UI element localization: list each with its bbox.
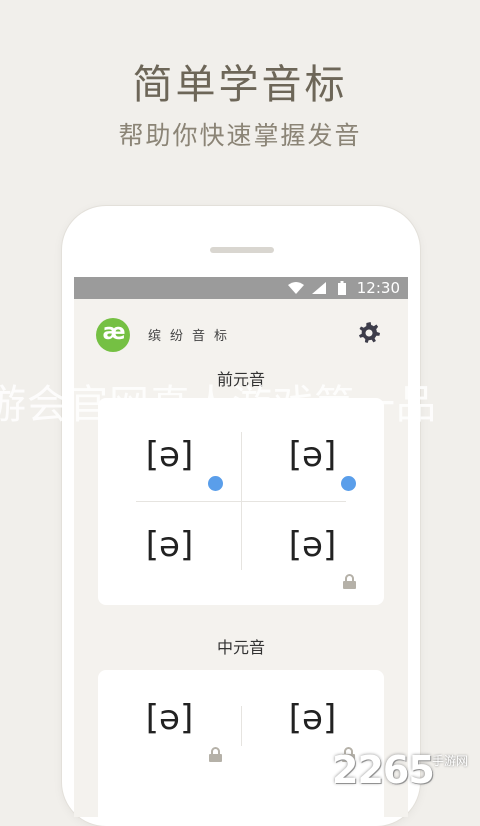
phone-screen: 12:30 æ 缤纷音标 前元音 [ə] [ə] [ə] [ə] 中元音 [ə]…: [74, 277, 408, 817]
wifi-icon: [288, 282, 304, 294]
phonetic-cell[interactable]: [ə]: [98, 525, 241, 565]
learned-dot-icon: [341, 476, 356, 491]
brand-suffix: 手游网: [432, 754, 469, 768]
phonetic-cell[interactable]: [ə]: [241, 698, 384, 738]
phonetic-cell[interactable]: [ə]: [98, 698, 241, 738]
learned-dot-icon: [208, 476, 223, 491]
promo-headline: 简单学音标: [132, 62, 348, 108]
app-logo-text: æ: [102, 320, 125, 345]
battery-icon: [338, 281, 346, 295]
gear-icon[interactable]: [357, 321, 381, 345]
app-name: 缤纷音标: [148, 329, 237, 344]
status-bar: 12:30: [74, 277, 408, 299]
phone-speaker: [210, 247, 274, 253]
phonetic-cell[interactable]: [ə]: [241, 525, 384, 565]
app-logo: æ: [96, 318, 130, 352]
grid-divider-horizontal: [136, 501, 346, 502]
phonetic-cell[interactable]: [ə]: [241, 435, 384, 475]
brand-watermark: 2265 手游网: [332, 748, 480, 796]
phonetic-cell[interactable]: [ə]: [98, 435, 241, 475]
brand-number: 2265: [332, 748, 435, 792]
lock-icon: [209, 747, 222, 762]
section-label-central-vowels: 中元音: [216, 638, 265, 657]
status-time: 12:30: [356, 279, 400, 297]
lock-icon: [343, 574, 356, 589]
promo-subheadline: 帮助你快速掌握发音: [118, 121, 362, 150]
watermark-text: 游会官网真人游戏第一品: [0, 382, 437, 428]
signal-icon: [312, 282, 326, 294]
